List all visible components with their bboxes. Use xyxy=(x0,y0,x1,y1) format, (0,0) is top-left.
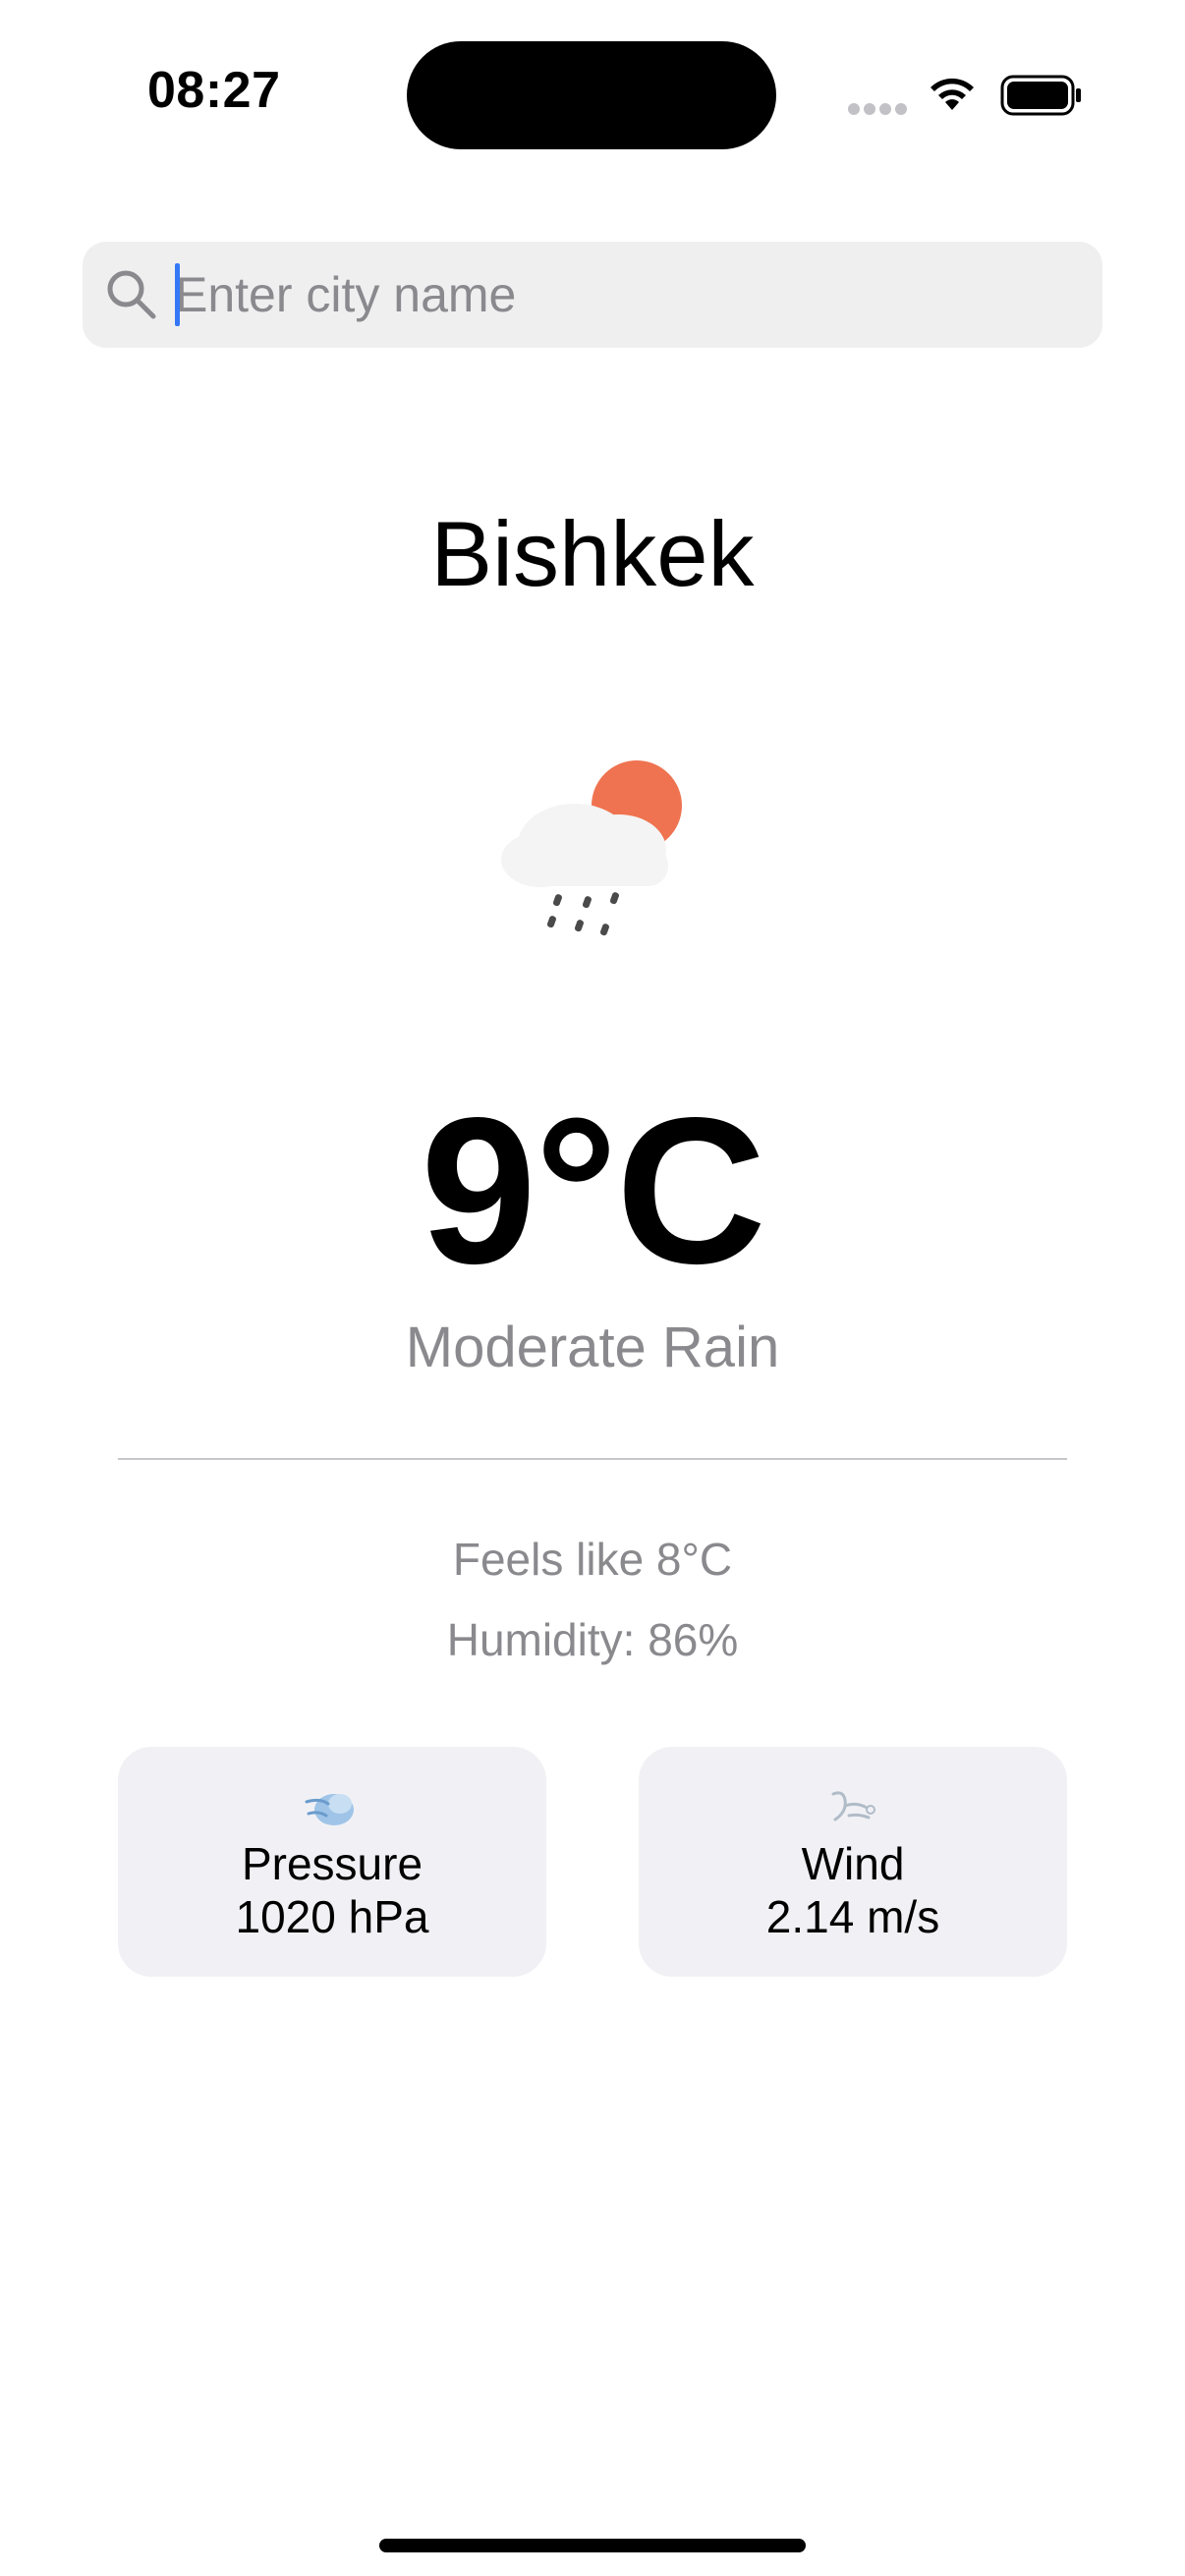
pressure-card: Pressure 1020 hPa xyxy=(118,1747,546,1977)
pressure-label: Pressure xyxy=(241,1838,423,1889)
divider xyxy=(118,1458,1067,1460)
humidity: Humidity: 86% xyxy=(446,1614,739,1665)
pressure-wind-icon xyxy=(305,1794,354,1825)
city-search-input[interactable] xyxy=(175,257,1059,332)
wind-card: Wind 2.14 m/s xyxy=(639,1747,1067,1977)
home-indicator[interactable] xyxy=(379,2539,806,2552)
status-time: 08:27 xyxy=(147,62,281,119)
battery-icon xyxy=(1000,75,1081,116)
weather-condition: Moderate Rain xyxy=(405,1316,780,1379)
city-name: Bishkek xyxy=(430,502,755,605)
pressure-value: 1020 hPa xyxy=(235,1891,429,1942)
feels-like: Feels like 8°C xyxy=(452,1534,733,1585)
temperature: 9°C xyxy=(421,1074,766,1307)
dynamic-island xyxy=(407,41,776,149)
cellular-signal-icon xyxy=(848,103,907,115)
wind-icon xyxy=(831,1791,875,1821)
wind-label: Wind xyxy=(801,1838,905,1889)
cloud-rain-sun-icon xyxy=(501,760,682,936)
search-icon xyxy=(107,270,156,319)
wind-value: 2.14 m/s xyxy=(765,1891,940,1942)
wifi-icon xyxy=(931,78,974,110)
text-cursor xyxy=(175,263,180,326)
